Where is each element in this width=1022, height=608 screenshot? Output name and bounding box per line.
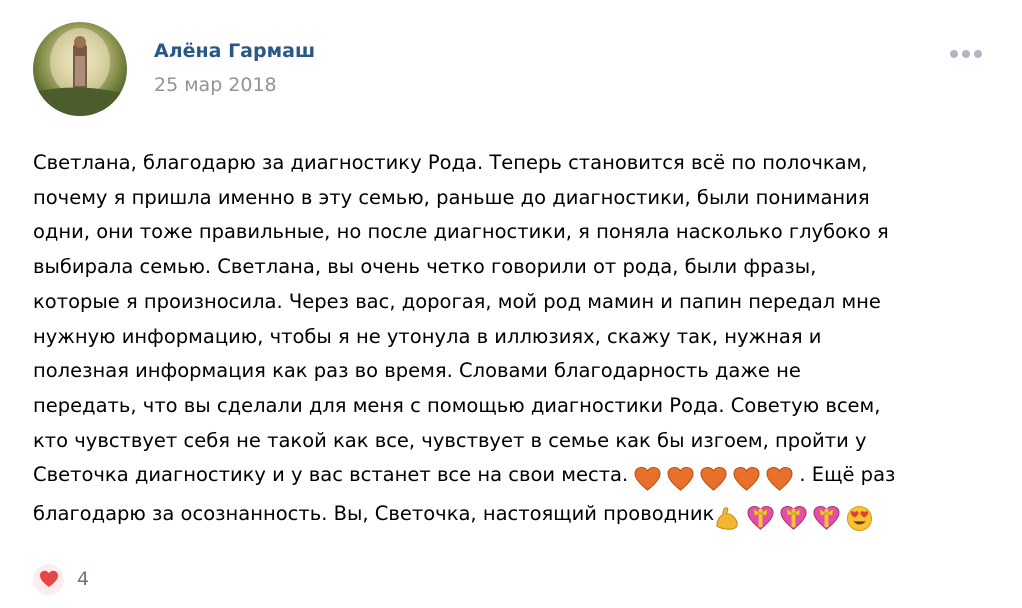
more-dot-icon <box>962 50 970 58</box>
emoji-row-closing <box>714 501 879 536</box>
more-options-button[interactable] <box>946 44 986 64</box>
post-text-line: кто чувствует себя не такой как все, чув… <box>33 428 867 452</box>
post-text-line: Светочка диагностику и у вас встанет все… <box>33 463 629 487</box>
author-name[interactable]: Алёна Гармаш <box>154 40 315 62</box>
post-text-tail: . Ещё раз <box>799 463 896 487</box>
orange-heart-icon <box>766 466 793 493</box>
author-avatar[interactable] <box>33 22 127 116</box>
orange-heart-icon <box>667 466 694 493</box>
like-count: 4 <box>77 568 90 590</box>
heart-with-ribbon-icon <box>747 505 774 532</box>
orange-heart-icon <box>700 466 727 493</box>
post-text-line: Светлана, благодарю за диагностику Рода.… <box>33 151 868 174</box>
heart-with-ribbon-icon <box>813 505 840 532</box>
post-date[interactable]: 25 мар 2018 <box>154 74 277 96</box>
orange-heart-icon <box>733 466 760 493</box>
more-dot-icon <box>950 50 958 58</box>
post-text: Светлана, благодарю за диагностику Рода.… <box>33 146 993 536</box>
post-text-line: передать, что вы сделали для меня с помо… <box>33 393 881 417</box>
post-text-line: почему я пришла именно в эту семью, рань… <box>33 185 870 209</box>
post-text-line: полезная информация как раз во время. Сл… <box>33 359 801 383</box>
post-text-line: которые я произносила. Через вас, дорога… <box>33 289 881 313</box>
post-text-line: благодарю за осознанность. Вы, Светочка,… <box>33 502 715 526</box>
more-dot-icon <box>974 50 982 58</box>
post-footer: 4 <box>33 562 89 596</box>
orange-heart-icon <box>634 466 661 493</box>
flexed-biceps-icon <box>714 505 741 532</box>
emoji-row-hearts <box>634 462 799 497</box>
heart-with-ribbon-icon <box>780 505 807 532</box>
heart-icon <box>39 570 58 587</box>
wall-post: Алёна Гармаш 25 мар 2018 Светлана, благо… <box>0 0 1022 608</box>
avatar-photo <box>33 28 127 116</box>
heart-eyes-face-icon <box>846 505 873 532</box>
post-text-line: выбирала семью. Светлана, вы очень четко… <box>33 255 817 279</box>
like-button[interactable] <box>33 563 64 595</box>
post-text-line: одни, они тоже правильные, но после диаг… <box>33 220 889 244</box>
post-text-line: нужную информацию, чтобы я не утонула в … <box>33 324 822 348</box>
